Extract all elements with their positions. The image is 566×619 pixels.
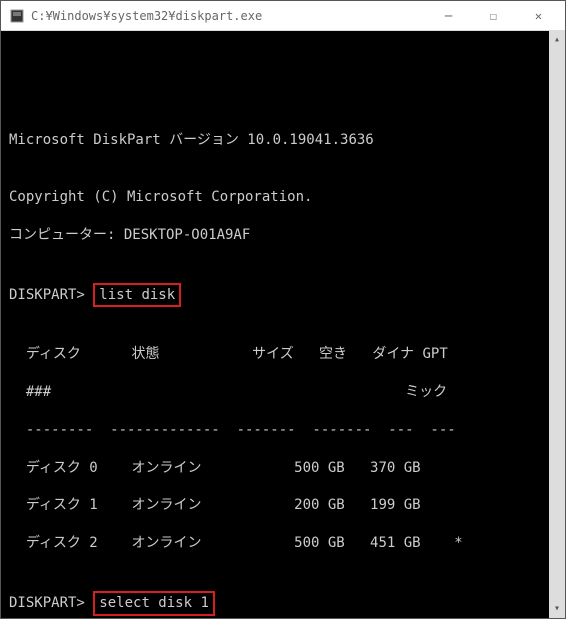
cmd-list-disk: list disk <box>93 283 181 308</box>
disk-header-1: ディスク 状態 サイズ 空き ダイナ GPT <box>9 345 557 364</box>
prompt-line: DISKPART> list disk <box>9 283 557 308</box>
minimize-button[interactable]: ─ <box>426 2 471 30</box>
disk-header-2: ### ミック <box>9 383 557 402</box>
close-button[interactable]: ✕ <box>516 2 561 30</box>
window-title: C:¥Windows¥system32¥diskpart.exe <box>31 9 426 23</box>
maximize-button[interactable]: ☐ <box>471 2 516 30</box>
diskpart-icon <box>9 8 25 24</box>
titlebar[interactable]: C:¥Windows¥system32¥diskpart.exe ─ ☐ ✕ <box>1 1 565 31</box>
scrollbar-up-icon[interactable]: ▴ <box>551 33 563 47</box>
window: C:¥Windows¥system32¥diskpart.exe ─ ☐ ✕ ▴… <box>0 0 566 619</box>
console-area[interactable]: ▴ ▾ Microsoft DiskPart バージョン 10.0.19041.… <box>1 31 565 618</box>
version-line: Microsoft DiskPart バージョン 10.0.19041.3636 <box>9 131 557 150</box>
computer-line: コンピューター: DESKTOP-O01A9AF <box>9 226 557 245</box>
cmd-select-disk: select disk 1 <box>93 591 215 616</box>
scrollbar-down-icon[interactable]: ▾ <box>551 602 563 616</box>
table-row: ディスク 0 オンライン 500 GB 370 GB <box>9 459 557 478</box>
table-row: ディスク 1 オンライン 200 GB 199 GB <box>9 496 557 515</box>
prompt-text: DISKPART> <box>9 287 85 303</box>
table-row: ディスク 2 オンライン 500 GB 451 GB * <box>9 534 557 553</box>
copyright-line: Copyright (C) Microsoft Corporation. <box>9 188 557 207</box>
prompt-text: DISKPART> <box>9 595 85 611</box>
prompt-line: DISKPART> select disk 1 <box>9 591 557 616</box>
disk-rule: -------- ------------- ------- ------- -… <box>9 421 557 440</box>
scrollbar-thumb[interactable] <box>551 48 563 608</box>
